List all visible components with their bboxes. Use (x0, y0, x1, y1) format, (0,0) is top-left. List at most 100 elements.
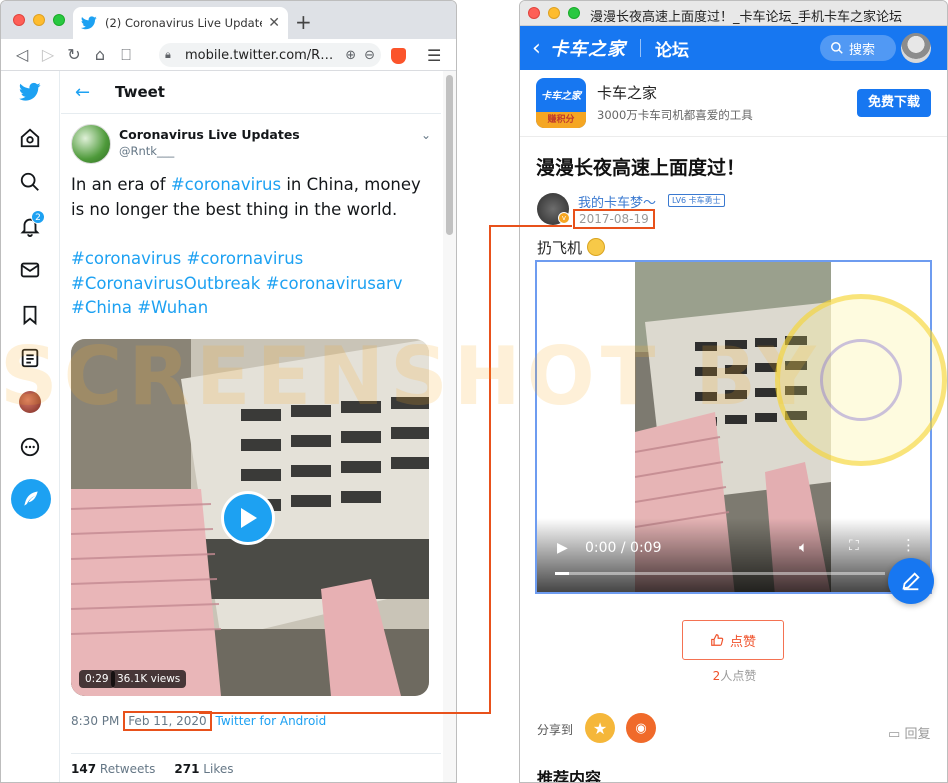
post-video[interactable]: ▶ 0:00 / 0:09 🔈︎ ⛶ ⋮ (535, 260, 932, 594)
tweet-body: In an era of #coronavirus in China, mone… (71, 173, 431, 222)
tab-title: (2) Coronavirus Live Updates on T (105, 16, 262, 30)
like-label: 点赞 (729, 634, 756, 650)
messages-envelope-icon[interactable] (19, 259, 41, 281)
zoom-window-button[interactable] (568, 7, 580, 19)
fullscreen-icon[interactable]: ⛶ (849, 538, 859, 554)
close-window-button[interactable] (528, 7, 540, 19)
close-window-button[interactable] (13, 14, 25, 26)
tweet-timestamp: 8:30 PM Feb 11, 2020 Twitter for Android (71, 711, 326, 731)
post-body-text: 扔飞机 (537, 239, 583, 257)
twitter-logo-icon[interactable] (19, 81, 41, 103)
explore-search-icon[interactable] (19, 171, 41, 193)
search-button[interactable]: 搜索 (820, 35, 896, 61)
section-title[interactable]: 论坛 (655, 36, 689, 61)
like-label[interactable]: Likes (203, 762, 233, 776)
play-video-button[interactable] (221, 491, 275, 545)
play-icon[interactable]: ▶ (557, 540, 568, 556)
hashtag-line[interactable]: #CoronavirusOutbreak #coronavirusarv (71, 272, 431, 297)
page-scrollbar[interactable] (443, 71, 456, 782)
post-date: 2017-08-19 (579, 212, 649, 226)
search-label: 搜索 (849, 42, 876, 58)
author-level-badge: LV6 卡车勇士 (668, 194, 725, 207)
post-title: 漫漫长夜高速上面度过！ (536, 157, 746, 179)
shocked-face-emoji-icon (586, 238, 605, 256)
author-display-name[interactable]: Coronavirus Live Updates (119, 127, 300, 142)
author-avatar[interactable] (71, 124, 111, 164)
address-bar[interactable]: 🔒︎ mobile.twitter.com/R… ⊕ ⊖ (159, 43, 381, 67)
app-icon-badge: 赚积分 (536, 112, 586, 128)
retweet-count[interactable]: 147 (71, 762, 96, 776)
window-controls (13, 14, 65, 26)
home-icon[interactable]: ⌂ (87, 45, 113, 64)
download-button[interactable]: 免费下载 (857, 89, 931, 117)
minimize-window-button[interactable] (548, 7, 560, 19)
forward-nav-icon[interactable]: ▷ (35, 45, 61, 64)
tab-close-icon[interactable]: ✕ (268, 15, 280, 31)
hashtag-line[interactable]: #coronavirus #corornavirus (71, 247, 431, 272)
video-time: 0:00 / 0:09 (585, 540, 662, 556)
share-favorite-star-icon[interactable]: ★ (585, 713, 615, 743)
brand-logo[interactable]: 卡车之家 (550, 35, 626, 61)
tweet-header: ← Tweet (61, 71, 441, 114)
window-title: 漫漫长夜高速上面度过！_卡车论坛_手机卡车之家论坛 (590, 10, 903, 25)
thumbs-up-icon (711, 634, 724, 646)
edit-post-button[interactable] (888, 558, 934, 604)
new-tab-button[interactable]: + (295, 10, 312, 34)
video-controls: ▶ 0:00 / 0:09 🔈︎ ⛶ ⋮ (537, 518, 930, 592)
recommended-heading: 推荐内容 (537, 769, 602, 783)
chevron-down-icon[interactable]: ⌄ (421, 128, 431, 142)
tweet-author: Coronavirus Live Updates @Rntk___ ⌄ (71, 124, 431, 164)
page-title: Tweet (115, 83, 165, 101)
search-icon (831, 42, 843, 54)
back-chevron-icon[interactable]: ‹ (532, 36, 550, 61)
tweet-column: ← Tweet Coronavirus Live Updates @Rntk__… (61, 71, 441, 782)
zoom-icon[interactable]: ⊖ (364, 48, 375, 63)
home-nav-icon[interactable] (19, 127, 41, 149)
lists-icon[interactable] (19, 347, 41, 369)
tweet-video[interactable]: 0:29 36.1K views (71, 339, 429, 696)
twitter-sidebar: 2 (1, 71, 60, 782)
tweet-time[interactable]: 8:30 PM (71, 714, 119, 728)
share-weibo-icon[interactable]: ◉ (626, 713, 656, 743)
likes-suffix: 人点赞 (720, 669, 757, 683)
more-options-icon[interactable] (19, 436, 41, 458)
author-handle[interactable]: @Rntk___ (119, 144, 174, 158)
user-avatar[interactable] (901, 33, 931, 63)
like-count[interactable]: 271 (174, 762, 199, 776)
scrollbar-thumb[interactable] (446, 75, 453, 235)
reply-button[interactable]: ▭ 回复 (888, 723, 930, 742)
zoom-window-button[interactable] (53, 14, 65, 26)
more-vertical-icon[interactable]: ⋮ (901, 536, 916, 554)
pencil-icon (902, 572, 920, 591)
tweet-source-link[interactable]: Twitter for Android (216, 714, 327, 728)
video-duration: 0:29 (79, 670, 115, 688)
retweet-label[interactable]: Retweets (100, 762, 155, 776)
nav-divider (640, 39, 641, 57)
reload-icon[interactable]: ↻ (61, 45, 87, 64)
bookmark-icon[interactable]: ⎕ (113, 45, 139, 65)
tab-bar: (2) Coronavirus Live Updates on T ✕ + (1, 1, 456, 39)
hashtag-line[interactable]: #China #Wuhan (71, 296, 431, 321)
compose-tweet-button[interactable] (11, 479, 51, 519)
brave-shield-icon[interactable] (391, 48, 406, 64)
back-nav-icon[interactable]: ◁ (9, 45, 35, 64)
volume-icon[interactable]: 🔈︎ (799, 538, 808, 556)
browser-tab[interactable]: (2) Coronavirus Live Updates on T ✕ (73, 7, 288, 39)
profile-avatar[interactable] (19, 391, 41, 413)
app-promo-banner: 卡车之家 赚积分 卡车之家 3000万卡车司机都喜爱的工具 免费下载 (520, 70, 947, 137)
likes-summary: 2人点赞 (520, 667, 947, 684)
back-arrow-icon[interactable]: ← (75, 82, 115, 103)
bookmarks-icon[interactable] (19, 304, 41, 326)
forum-window: 漫漫长夜高速上面度过！_卡车论坛_手机卡车之家论坛 ‹ 卡车之家 论坛 搜索 卡… (519, 0, 948, 783)
video-progress-track[interactable] (555, 572, 885, 575)
browser-menu-icon[interactable]: ☰ (427, 46, 441, 65)
forum-navbar: ‹ 卡车之家 论坛 搜索 (520, 26, 947, 70)
tweet-date[interactable]: Feb 11, 2020 (128, 714, 207, 728)
like-button[interactable]: 点赞 (682, 620, 784, 660)
minimize-window-button[interactable] (33, 14, 45, 26)
hashtag-link[interactable]: #coronavirus (171, 175, 281, 194)
app-icon[interactable]: 卡车之家 赚积分 (536, 78, 586, 128)
add-bookmark-icon[interactable]: ⊕ (345, 48, 356, 63)
window-titlebar: 漫漫长夜高速上面度过！_卡车论坛_手机卡车之家论坛 (520, 1, 947, 26)
screen: (2) Coronavirus Live Updates on T ✕ + ◁ … (0, 0, 948, 783)
